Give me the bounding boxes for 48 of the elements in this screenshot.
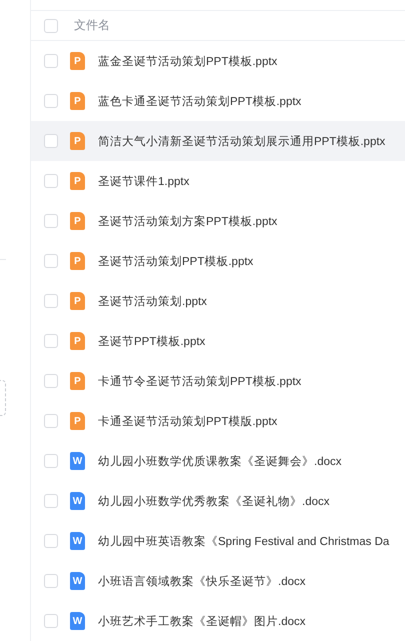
file-name[interactable]: 圣诞节活动策划.pptx (98, 294, 207, 308)
file-name[interactable]: 圣诞节PPT模板.pptx (98, 334, 206, 348)
file-type-icon: W (70, 572, 85, 590)
row-checkbox[interactable] (44, 454, 58, 468)
row-checkbox[interactable] (44, 174, 58, 188)
file-name[interactable]: 圣诞节活动策划PPT模板.pptx (98, 254, 254, 268)
file-name[interactable]: 蓝金圣诞节活动策划PPT模板.pptx (98, 54, 278, 68)
row-checkbox[interactable] (44, 214, 58, 228)
file-name[interactable]: 幼儿园中班英语教案《Spring Festival and Christmas Da (98, 534, 390, 548)
file-type-icon: P (70, 212, 85, 230)
file-name[interactable]: 小班艺术手工教案《圣诞帽》图片.docx (98, 614, 306, 628)
file-name[interactable]: 小班语言领域教案《快乐圣诞节》.docx (98, 574, 306, 588)
row-checkbox[interactable] (44, 414, 58, 428)
file-name[interactable]: 蓝色卡通圣诞节活动策划PPT模板.pptx (98, 94, 302, 108)
file-type-icon: P (70, 372, 85, 390)
file-name[interactable]: 幼儿园小班数学优质课教案《圣诞舞会》.docx (98, 454, 342, 468)
file-type-icon: P (70, 92, 85, 110)
row-checkbox[interactable] (44, 134, 58, 148)
row-checkbox[interactable] (44, 374, 58, 388)
select-all-checkbox[interactable] (44, 18, 58, 32)
file-name[interactable]: 卡通节令圣诞节活动策划PPT模板.pptx (98, 374, 302, 388)
file-type-icon: P (70, 332, 85, 350)
file-type-icon: P (70, 412, 85, 430)
file-row[interactable]: P 简洁大气小清新圣诞节活动策划展示通用PPT模板.pptx (31, 121, 405, 161)
file-type-icon: W (70, 452, 85, 470)
file-name[interactable]: 幼儿园小班数学优秀教案《圣诞礼物》.docx (98, 494, 330, 508)
file-type-icon: W (70, 532, 85, 550)
file-type-icon: W (70, 492, 85, 510)
row-checkbox[interactable] (44, 574, 58, 588)
file-type-icon: P (70, 292, 85, 310)
file-name[interactable]: 圣诞节课件1.pptx (98, 174, 190, 188)
file-type-icon: W (70, 612, 85, 630)
row-checkbox[interactable] (44, 294, 58, 308)
row-checkbox[interactable] (44, 494, 58, 508)
row-checkbox[interactable] (44, 614, 58, 628)
file-type-icon: P (70, 252, 85, 270)
row-checkbox[interactable] (44, 94, 58, 108)
file-type-icon: P (70, 172, 85, 190)
file-name[interactable]: 圣诞节活动策划方案PPT模板.pptx (98, 214, 278, 228)
file-type-icon: P (70, 132, 85, 150)
file-name[interactable]: 卡通圣诞节活动策划PPT模版.pptx (98, 414, 278, 428)
row-checkbox[interactable] (44, 534, 58, 548)
column-header: 文件名 (74, 17, 110, 34)
file-type-icon: P (70, 52, 85, 70)
row-checkbox[interactable] (44, 334, 58, 348)
row-checkbox[interactable] (44, 54, 58, 68)
row-checkbox[interactable] (44, 254, 58, 268)
file-name[interactable]: 简洁大气小清新圣诞节活动策划展示通用PPT模板.pptx (98, 134, 386, 148)
